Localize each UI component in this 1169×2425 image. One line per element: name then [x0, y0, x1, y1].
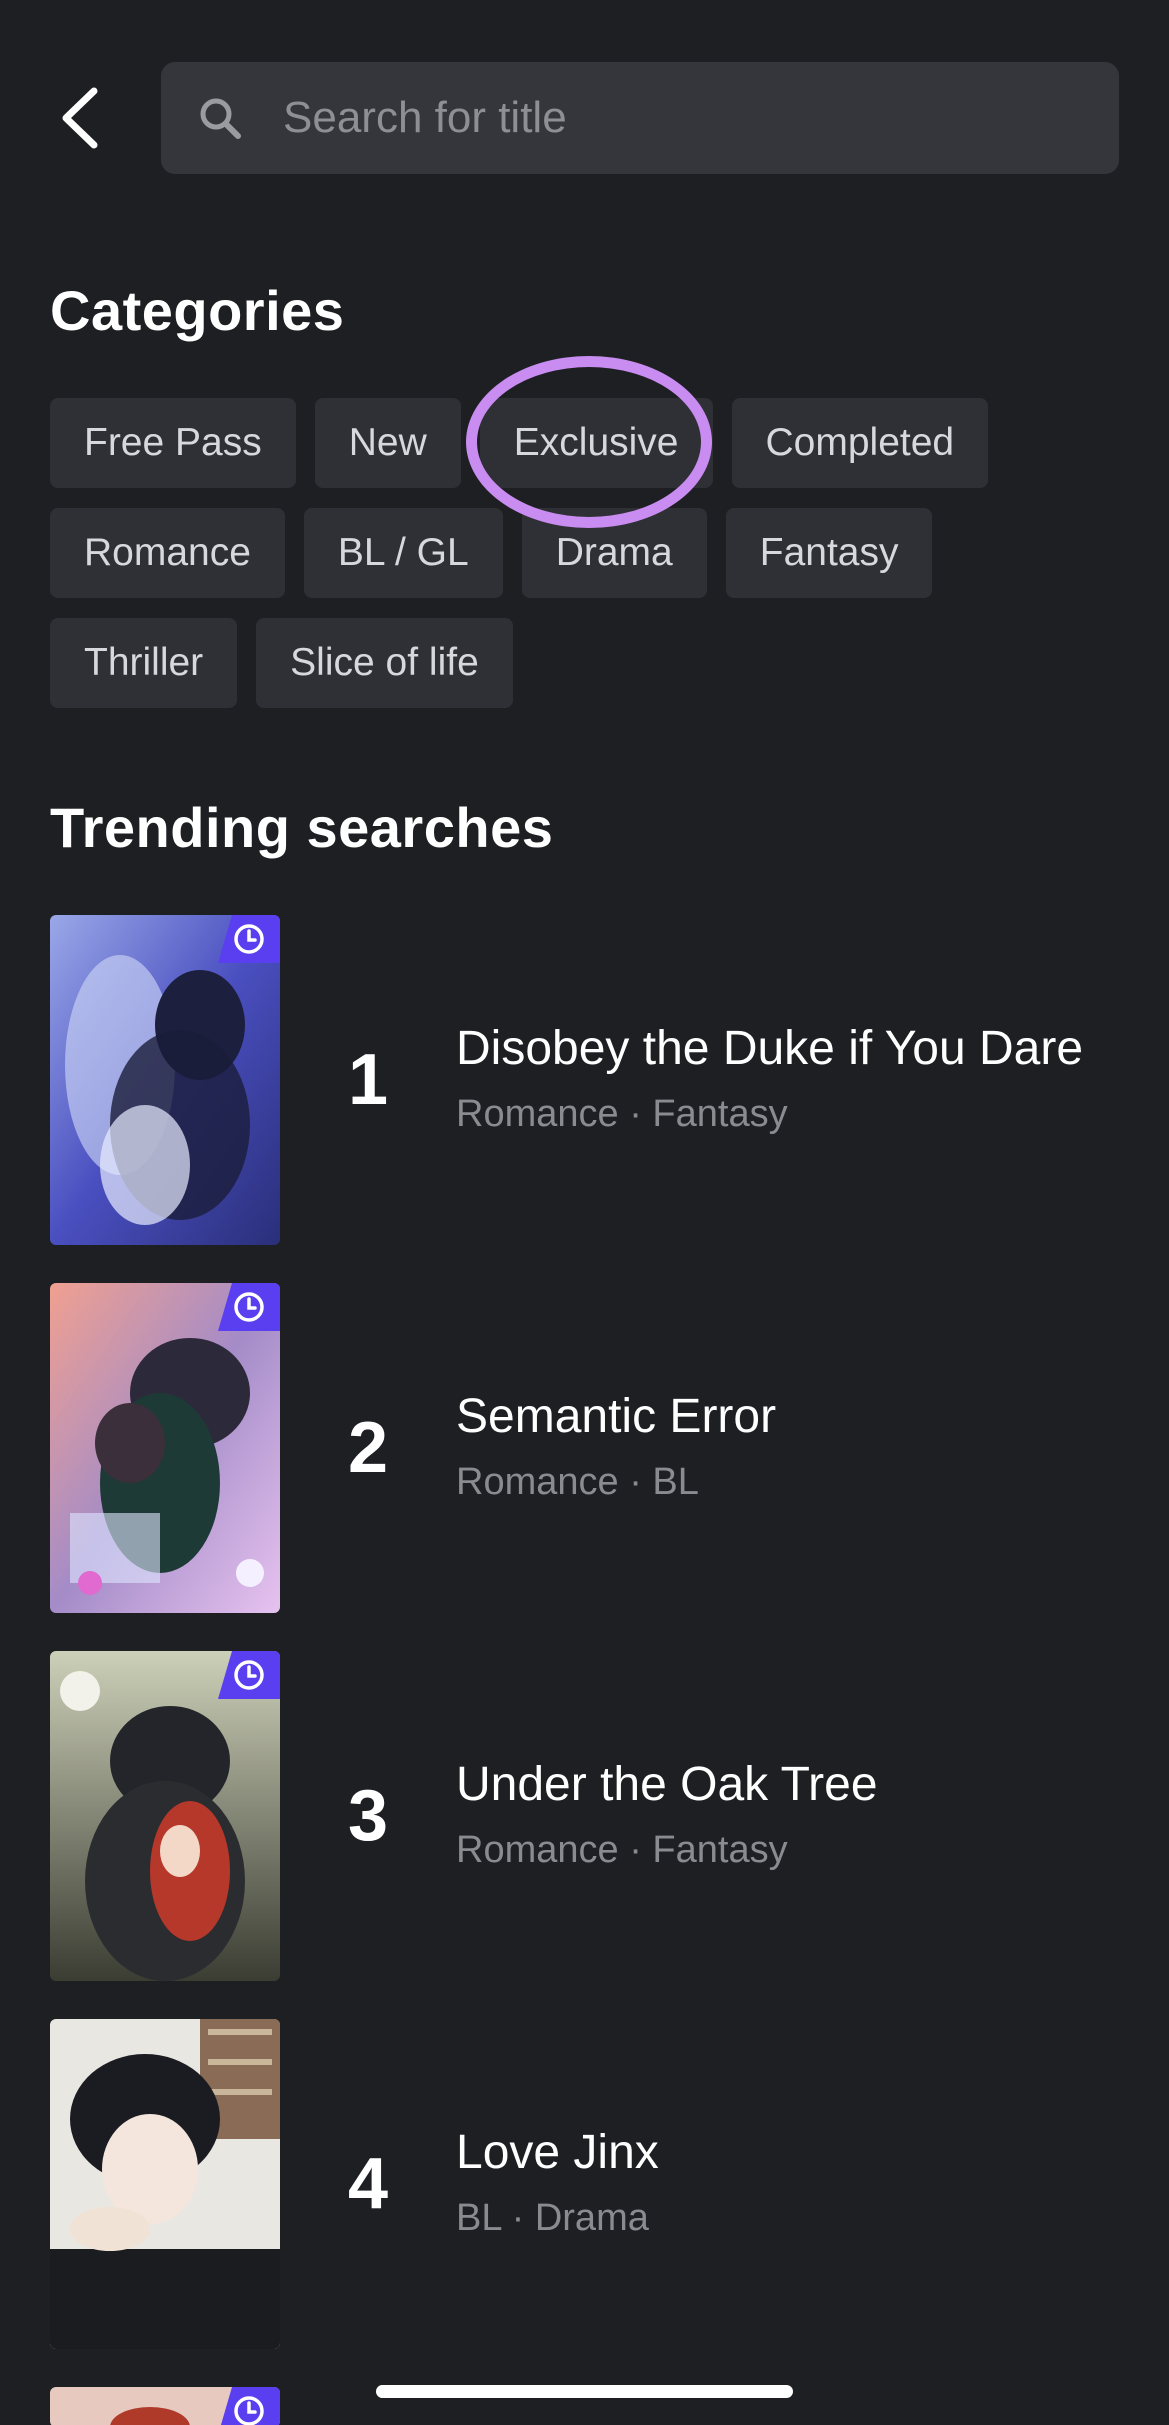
item-genres: Romance · BL: [456, 1461, 699, 1503]
chip-fantasy[interactable]: Fantasy: [725, 508, 933, 598]
item-genres: BL · Drama: [456, 2197, 649, 2239]
rank-number: 2: [347, 1408, 389, 1488]
chip-romance[interactable]: Romance: [50, 508, 285, 598]
item-info: Semantic Error Romance · BL: [456, 1386, 1096, 1510]
chip-row: Romance BL / GL Drama Fantasy: [50, 508, 1130, 598]
search-bar[interactable]: [161, 62, 1119, 174]
chip-row: Free Pass New Exclusive Completed: [50, 398, 1130, 488]
item-title: Semantic Error: [456, 1390, 777, 1443]
search-icon: [195, 93, 245, 143]
back-button[interactable]: [52, 82, 108, 154]
list-item[interactable]: 2 Semantic Error Romance · BL: [50, 1283, 1130, 1613]
list-item[interactable]: 1 Disobey the Duke if You Dare Romance ·…: [50, 915, 1130, 1245]
categories-heading: Categories: [50, 279, 345, 342]
home-indicator: [376, 2385, 793, 2398]
chip-completed[interactable]: Completed: [731, 398, 989, 488]
cover-thumbnail: [50, 2019, 280, 2349]
chip-row: Thriller Slice of life: [50, 618, 1130, 708]
category-chips: Free Pass New Exclusive Completed Romanc…: [50, 398, 1130, 728]
chip-free-pass[interactable]: Free Pass: [50, 398, 296, 488]
item-genres: Romance · Fantasy: [456, 1829, 788, 1871]
chip-exclusive[interactable]: Exclusive: [479, 398, 713, 488]
cover-thumbnail: [50, 915, 280, 1245]
rank-number: 1: [347, 1040, 389, 1120]
item-title: Under the Oak Tree: [456, 1758, 878, 1811]
search-screen: Categories Free Pass New Exclusive Compl…: [0, 0, 1169, 2425]
chip-bl-gl[interactable]: BL / GL: [303, 508, 503, 598]
item-genres: Romance · Fantasy: [456, 1093, 788, 1135]
rank-number: 4: [347, 2144, 389, 2224]
cover-thumbnail: [50, 1283, 280, 1613]
trending-heading: Trending searches: [50, 796, 554, 859]
item-info: Under the Oak Tree Romance · Fantasy: [456, 1754, 1096, 1878]
list-item[interactable]: 4 Love Jinx BL · Drama: [50, 2019, 1130, 2349]
item-info: Love Jinx BL · Drama: [456, 2122, 1096, 2246]
chip-slice-of-life[interactable]: Slice of life: [256, 618, 513, 708]
cover-thumbnail: [50, 2387, 280, 2425]
item-title: Disobey the Duke if You Dare: [456, 1022, 1084, 1075]
search-input[interactable]: [283, 93, 1043, 143]
trending-list: 1 Disobey the Duke if You Dare Romance ·…: [50, 915, 1130, 2425]
chip-drama[interactable]: Drama: [521, 508, 707, 598]
rank-number: 3: [347, 1776, 389, 1856]
chevron-left-icon: [62, 87, 98, 149]
cover-thumbnail: [50, 1651, 280, 1981]
list-item[interactable]: 3 Under the Oak Tree Romance · Fantasy: [50, 1651, 1130, 1981]
item-info: Disobey the Duke if You Dare Romance · F…: [456, 1018, 1096, 1142]
item-title: Love Jinx: [456, 2126, 659, 2179]
chip-thriller[interactable]: Thriller: [50, 618, 238, 708]
chip-new[interactable]: New: [314, 398, 461, 488]
